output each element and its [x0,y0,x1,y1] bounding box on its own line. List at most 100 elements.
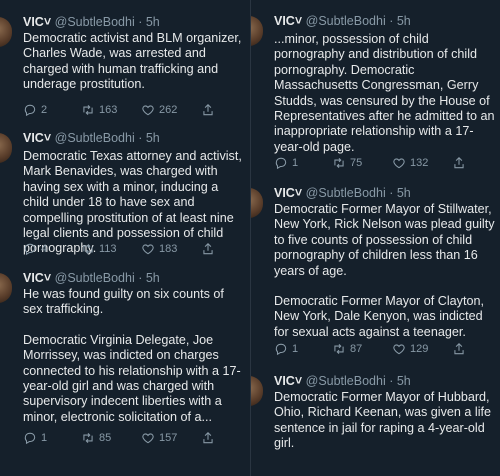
replies-count: 1 [41,432,48,444]
retweet-icon [81,103,95,117]
retweets-count: 163 [99,104,118,116]
author-name[interactable]: VIC˅ [274,14,302,28]
avatar[interactable] [251,376,263,406]
replies-count: 4 [41,243,48,255]
heart-icon [392,156,406,170]
like-button[interactable]: 129 [392,342,428,356]
share-icon [201,242,215,256]
tweet-thread-screenshot: VIC˅ @SubtleBodhi · 5h Democratic activis… [0,0,500,476]
tweet-paragraph: Democratic Former Mayor of Hubbard, Ohio… [274,390,492,451]
tweet-paragraph: Democratic Former Mayor of Stillwater, N… [274,202,495,278]
author-name[interactable]: VIC˅ [23,271,51,285]
author-handle-time[interactable]: @SubtleBodhi · 5h [55,15,160,29]
share-icon [201,103,215,117]
share-button[interactable] [452,156,466,170]
avatar[interactable] [251,16,263,46]
retweet-icon [81,431,95,445]
tweet-header: VIC˅ @SubtleBodhi · 5h [274,374,411,388]
tweet-text: Democratic Former Mayor of Hubbard, Ohio… [274,390,496,452]
author-name[interactable]: VIC˅ [274,374,302,388]
tweet-text: Democratic Former Mayor of Stillwater, N… [274,202,496,340]
tweet-header: VIC˅ @SubtleBodhi · 5h [23,15,160,29]
author-name[interactable]: VIC˅ [274,186,302,200]
tweet-1[interactable]: VIC˅ @SubtleBodhi · 5h Democratic activis… [0,15,250,132]
author-name[interactable]: VIC˅ [23,15,51,29]
tweet-paragraph: Democratic Virginia Delegate, Joe Morris… [23,332,241,424]
tweet-text: Democratic activist and BLM organizer, C… [23,31,245,93]
author-handle-time[interactable]: @SubtleBodhi · 5h [55,271,160,285]
retweet-button[interactable]: 75 [332,156,362,170]
replies-count: 1 [292,157,299,169]
tweet-text: ...minor, possession of child pornograph… [274,32,496,155]
share-icon [201,431,215,445]
retweet-icon [332,156,346,170]
avatar[interactable] [0,273,12,303]
heart-icon [141,103,155,117]
tweet-text: Democratic Texas attorney and activist, … [23,149,245,257]
retweet-button[interactable]: 85 [81,431,111,445]
author-name[interactable]: VIC˅ [23,131,51,145]
heart-icon [141,242,155,256]
tweet-actions: 4 113 183 [23,242,233,258]
avatar[interactable] [251,188,263,218]
avatar[interactable] [0,133,12,163]
tweet-actions: 1 87 129 [274,342,484,358]
tweet-5[interactable]: VIC˅ @SubtleBodhi · 5h Democratic Former … [251,186,500,364]
reply-icon [274,342,288,356]
reply-icon [23,242,37,256]
tweet-header: VIC˅ @SubtleBodhi · 5h [274,186,411,200]
likes-count: 262 [159,104,178,116]
likes-count: 129 [410,343,429,355]
tweet-header: VIC˅ @SubtleBodhi · 5h [23,131,160,145]
retweet-button[interactable]: 87 [332,342,362,356]
share-icon [452,156,466,170]
heart-icon [392,342,406,356]
replies-count: 1 [292,343,299,355]
like-button[interactable]: 183 [141,242,177,256]
tweet-text: He was found guilty on six counts of sex… [23,287,245,425]
tweet-2[interactable]: VIC˅ @SubtleBodhi · 5h Democratic Texas a… [0,131,250,263]
left-column: VIC˅ @SubtleBodhi · 5h Democratic activis… [0,0,250,476]
reply-icon [274,156,288,170]
avatar[interactable] [0,17,12,47]
retweet-icon [81,242,95,256]
reply-icon [23,431,37,445]
tweet-paragraph: ...minor, possession of child pornograph… [274,32,495,154]
share-button[interactable] [201,242,215,256]
tweet-6[interactable]: VIC˅ @SubtleBodhi · 5h Democratic Former … [251,374,500,476]
like-button[interactable]: 157 [141,431,177,445]
tweet-actions: 2 163 262 [23,103,233,119]
tweet-3[interactable]: VIC˅ @SubtleBodhi · 5h He was found guilt… [0,271,250,476]
like-button[interactable]: 132 [392,156,428,170]
share-button[interactable] [452,342,466,356]
like-button[interactable]: 262 [141,103,177,117]
share-button[interactable] [201,103,215,117]
reply-button[interactable]: 1 [23,431,47,445]
tweet-header: VIC˅ @SubtleBodhi · 5h [23,271,160,285]
reply-button[interactable]: 1 [274,156,298,170]
retweet-icon [332,342,346,356]
author-handle-time[interactable]: @SubtleBodhi · 5h [306,14,411,28]
tweet-4[interactable]: VIC˅ @SubtleBodhi · 5h ...minor, possessi… [251,14,500,176]
author-handle-time[interactable]: @SubtleBodhi · 5h [306,186,411,200]
likes-count: 132 [410,157,429,169]
retweet-button[interactable]: 113 [81,242,117,256]
reply-button[interactable]: 4 [23,242,47,256]
replies-count: 2 [41,104,48,116]
author-handle-time[interactable]: @SubtleBodhi · 5h [306,374,411,388]
tweet-actions: 1 85 157 [23,431,233,447]
tweet-paragraph: He was found guilty on six counts of sex… [23,287,224,317]
author-handle-time[interactable]: @SubtleBodhi · 5h [55,131,160,145]
reply-button[interactable]: 2 [23,103,47,117]
share-button[interactable] [201,431,215,445]
tweet-paragraph: Democratic Former Mayor of Clayton, New … [274,294,484,339]
retweet-button[interactable]: 163 [81,103,117,117]
heart-icon [141,431,155,445]
tweet-header: VIC˅ @SubtleBodhi · 5h [274,14,411,28]
likes-count: 157 [159,432,178,444]
retweets-count: 113 [99,243,117,255]
reply-button[interactable]: 1 [274,342,298,356]
likes-count: 183 [159,243,178,255]
tweet-actions: 1 75 132 [274,156,484,172]
tweet-paragraph: Democratic Texas attorney and activist, … [23,149,242,256]
